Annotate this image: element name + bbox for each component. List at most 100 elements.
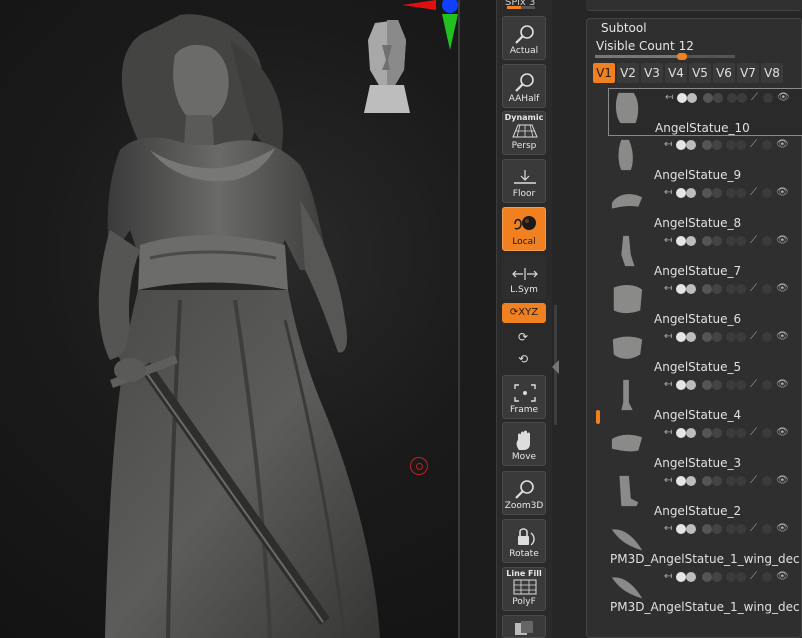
edit-brush-icon[interactable]: ⟋ [750, 427, 757, 438]
merge-arrow-icon[interactable]: ↤ [664, 523, 672, 534]
folder-toggle-icon[interactable] [736, 140, 746, 150]
subtool-title[interactable]: Subtool [601, 21, 647, 35]
polypaint-toggle-icon[interactable] [677, 93, 687, 103]
subtool-row[interactable]: ↤ ⟋ 👁 AngelStatue_3 [608, 424, 802, 472]
merge-arrow-icon[interactable]: ↤ [664, 427, 672, 438]
visibility-eye-icon[interactable]: 👁 [776, 139, 789, 150]
material-toggle-icon[interactable] [686, 236, 696, 246]
polypaint-toggle-icon[interactable] [676, 380, 686, 390]
dynamesh-toggle-icon[interactable] [726, 140, 736, 150]
edit-brush-icon[interactable]: ⟋ [750, 523, 757, 534]
solo-toggle-icon[interactable] [702, 236, 712, 246]
transparency-toggle-icon[interactable] [762, 476, 772, 486]
visibility-eye-icon[interactable]: 👁 [776, 427, 789, 438]
lock-toggle-icon[interactable] [712, 284, 722, 294]
solo-toggle-icon[interactable] [703, 93, 713, 103]
dynamesh-toggle-icon[interactable] [726, 236, 736, 246]
transparency-toggle-icon[interactable] [762, 428, 772, 438]
polypaint-toggle-icon[interactable] [676, 524, 686, 534]
edit-brush-icon[interactable]: ⟋ [751, 92, 758, 103]
solo-toggle-icon[interactable] [702, 332, 712, 342]
frame-button[interactable]: Frame [502, 375, 546, 419]
folder-toggle-icon[interactable] [736, 332, 746, 342]
lock-toggle-icon[interactable] [712, 380, 722, 390]
visibility-eye-icon[interactable]: 👁 [776, 523, 789, 534]
merge-arrow-icon[interactable]: ↤ [664, 283, 672, 294]
subtool-row[interactable]: ↤ ⟋ 👁 AngelStatue_6 [608, 280, 802, 328]
material-toggle-icon[interactable] [686, 572, 696, 582]
xyz-button[interactable]: ⟳XYZ [502, 303, 546, 323]
polypaint-toggle-icon[interactable] [676, 332, 686, 342]
folder-toggle-icon[interactable] [736, 572, 746, 582]
visibility-eye-icon[interactable]: 👁 [776, 475, 789, 486]
local-button[interactable]: Local [502, 207, 546, 251]
dynamesh-toggle-icon[interactable] [726, 476, 736, 486]
lock-toggle-icon[interactable] [712, 524, 722, 534]
edit-brush-icon[interactable]: ⟋ [750, 475, 757, 486]
merge-arrow-icon[interactable]: ↤ [664, 235, 672, 246]
polypaint-toggle-icon[interactable] [676, 428, 686, 438]
dynamesh-toggle-icon[interactable] [726, 284, 736, 294]
solo-toggle-icon[interactable] [702, 284, 712, 294]
polypaint-toggle-icon[interactable] [676, 236, 686, 246]
lock-toggle-icon[interactable] [712, 332, 722, 342]
edit-brush-icon[interactable]: ⟋ [750, 235, 757, 246]
polypaint-toggle-icon[interactable] [676, 572, 686, 582]
visibility-eye-icon[interactable]: 👁 [776, 283, 789, 294]
visibility-eye-icon[interactable]: 👁 [777, 92, 790, 103]
spix-slider[interactable] [507, 6, 535, 9]
rotate-button[interactable]: Rotate [502, 519, 546, 563]
transparency-toggle-icon[interactable] [762, 140, 772, 150]
merge-arrow-icon[interactable]: ↤ [664, 331, 672, 342]
floor-button[interactable]: Floor [502, 159, 546, 203]
subtool-row[interactable]: ↤ ⟋ 👁 AngelStatue_4 [608, 376, 802, 424]
visible-count-slider[interactable]: Visible Count 12 [596, 39, 694, 53]
visible-count-handle[interactable] [676, 53, 687, 60]
solo-toggle-icon[interactable] [702, 572, 712, 582]
actual-button[interactable]: Actual [502, 16, 546, 60]
transparency-toggle-icon[interactable] [762, 284, 772, 294]
folder-toggle-icon[interactable] [736, 284, 746, 294]
folder-toggle-icon[interactable] [736, 188, 746, 198]
folder-toggle-icon[interactable] [736, 428, 746, 438]
zoom3d-button[interactable]: Zoom3D [502, 471, 546, 515]
subtool-row[interactable]: ↤ ⟋ 👁 AngelStatue_7 [608, 232, 802, 280]
edit-brush-icon[interactable]: ⟋ [750, 379, 757, 390]
edit-brush-icon[interactable]: ⟋ [750, 283, 757, 294]
edit-brush-icon[interactable]: ⟋ [750, 571, 757, 582]
lock-toggle-icon[interactable] [713, 93, 723, 103]
collapse-arrow-icon[interactable] [552, 360, 559, 374]
edit-brush-icon[interactable]: ⟋ [750, 331, 757, 342]
lock-toggle-icon[interactable] [712, 572, 722, 582]
material-toggle-icon[interactable] [686, 524, 696, 534]
transparency-toggle-icon[interactable] [762, 188, 772, 198]
subtool-row[interactable]: ↤ ⟋ 👁 AngelStatue_2 [608, 472, 802, 520]
lsym-button[interactable]: L.Sym [502, 255, 546, 299]
visibility-eye-icon[interactable]: 👁 [776, 571, 789, 582]
subtool-row[interactable]: ↤ ⟋ 👁 PM3D_AngelStatue_1_wing_dec [608, 568, 802, 616]
y-rotate-icon[interactable]: ⟳ [513, 330, 533, 346]
viewport-canvas[interactable] [0, 0, 458, 638]
visibility-eye-icon[interactable]: 👁 [776, 331, 789, 342]
edit-brush-icon[interactable]: ⟋ [750, 187, 757, 198]
folder-toggle-icon[interactable] [737, 93, 747, 103]
lock-toggle-icon[interactable] [712, 476, 722, 486]
visibility-eye-icon[interactable]: 👁 [776, 235, 789, 246]
move-button[interactable]: Move [502, 422, 546, 466]
subtool-row[interactable]: ↤ ⟋ 👁 AngelStatue_8 [608, 184, 802, 232]
material-toggle-icon[interactable] [686, 476, 696, 486]
lock-toggle-icon[interactable] [712, 236, 722, 246]
material-toggle-icon[interactable] [686, 140, 696, 150]
merge-arrow-icon[interactable]: ↤ [664, 139, 672, 150]
polypaint-toggle-icon[interactable] [676, 188, 686, 198]
lock-toggle-icon[interactable] [712, 140, 722, 150]
dynamesh-toggle-icon[interactable] [726, 188, 736, 198]
visible-count-track[interactable] [595, 53, 735, 60]
polyf-button[interactable]: Line Fill PolyF [502, 567, 546, 611]
subtool-row[interactable]: ↤ ⟋ 👁 AngelStatue_10 [608, 88, 802, 136]
transp-button[interactable] [502, 615, 546, 638]
visibility-eye-icon[interactable]: 👁 [776, 187, 789, 198]
transparency-toggle-icon[interactable] [762, 236, 772, 246]
lock-toggle-icon[interactable] [712, 188, 722, 198]
subtool-list-scrollbar[interactable] [596, 410, 600, 424]
